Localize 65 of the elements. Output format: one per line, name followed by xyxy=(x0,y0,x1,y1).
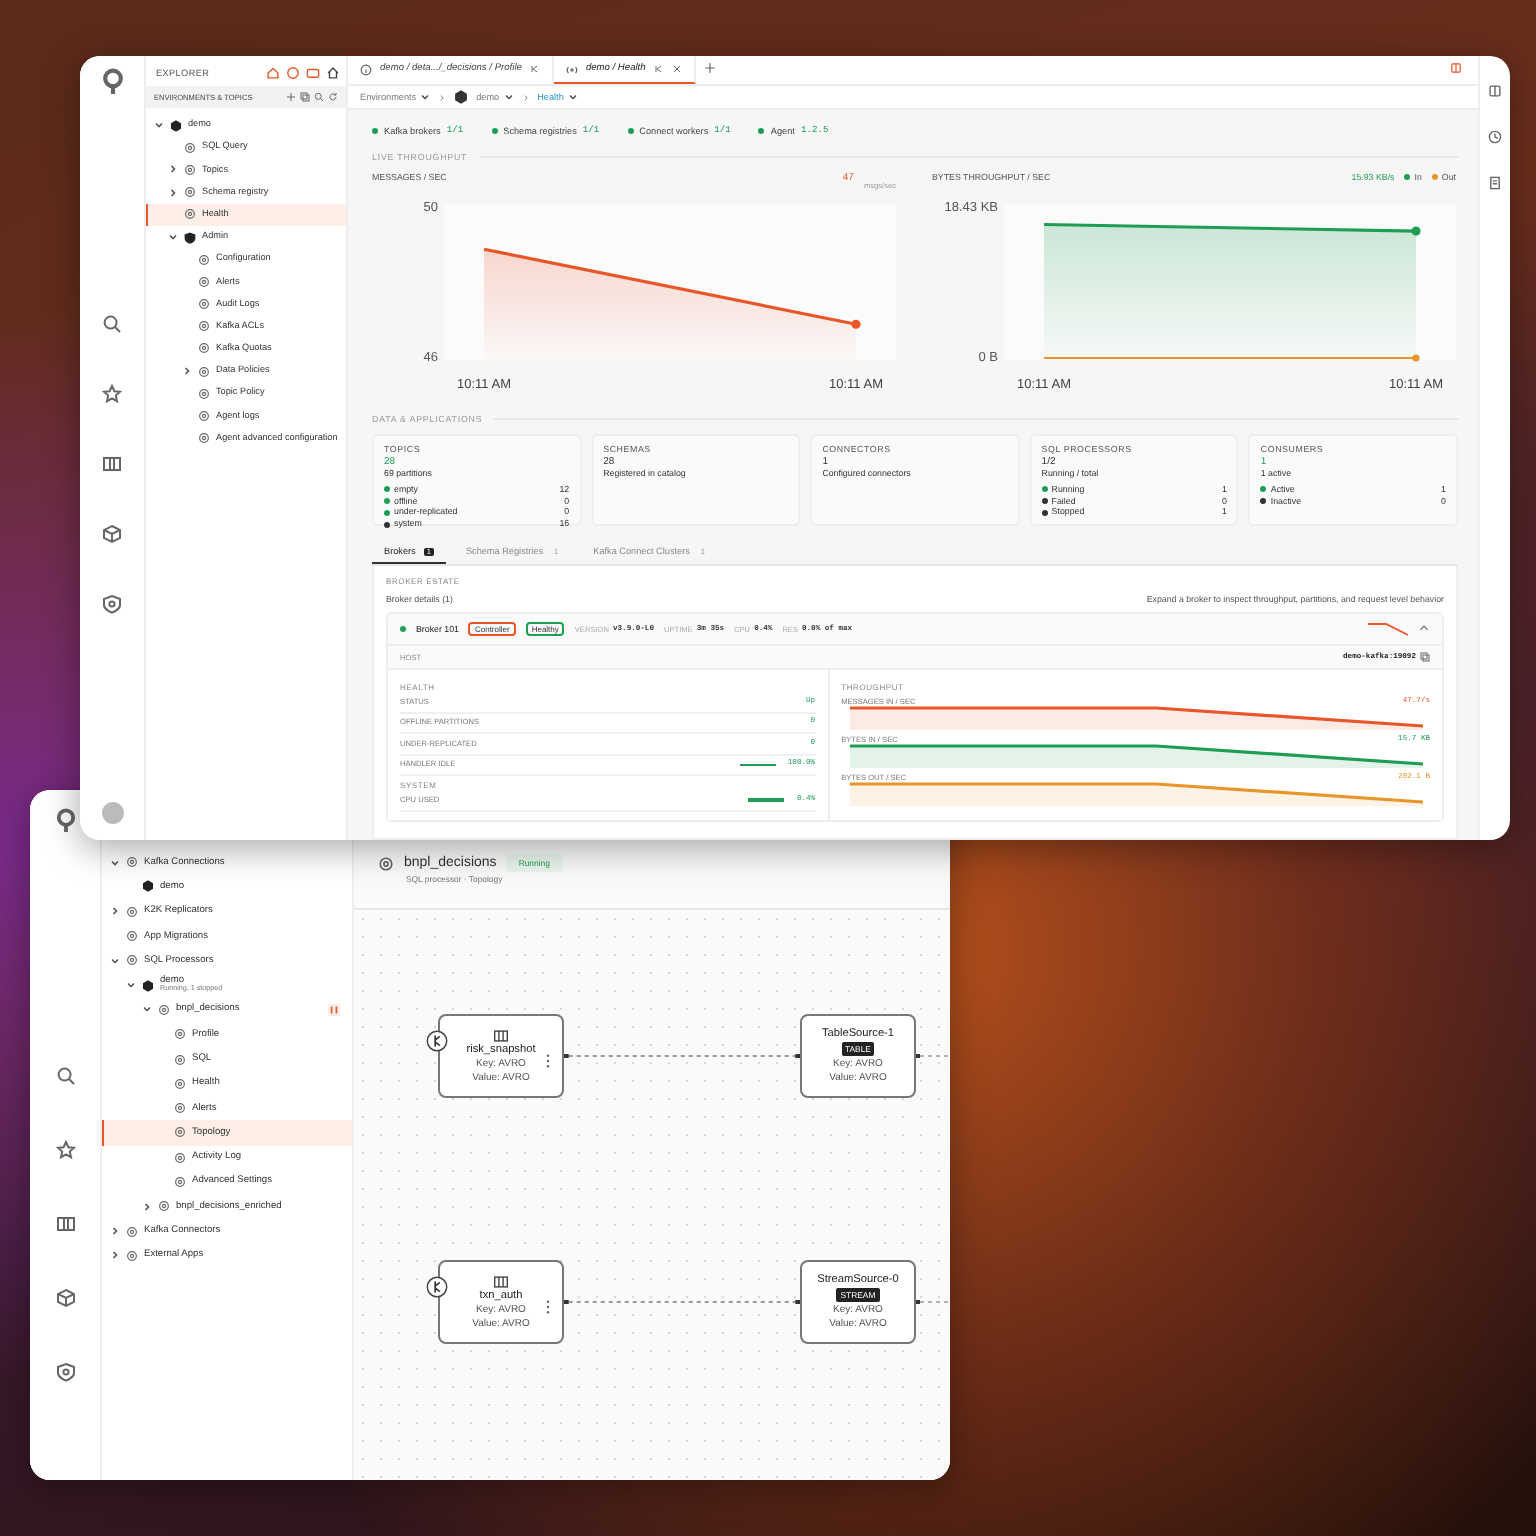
cube-icon[interactable] xyxy=(55,1288,75,1308)
chevron-down-icon[interactable] xyxy=(567,92,578,102)
chevron-right-icon[interactable] xyxy=(110,1250,120,1261)
house-icon[interactable] xyxy=(326,66,340,80)
status-dot xyxy=(400,626,406,632)
status-dot xyxy=(627,128,634,134)
shield-icon xyxy=(184,231,196,244)
shield-icon[interactable] xyxy=(55,1362,75,1382)
sparkline xyxy=(1368,622,1408,636)
chevron-right-icon[interactable] xyxy=(168,164,178,175)
home-icon[interactable] xyxy=(266,66,280,80)
data-point xyxy=(1412,354,1420,362)
connector-line xyxy=(916,1052,950,1060)
status-dot xyxy=(372,128,378,134)
hexagon-icon xyxy=(142,880,154,893)
status-dot xyxy=(491,128,498,134)
copy-icon[interactable] xyxy=(300,92,310,102)
chevron-right-icon[interactable] xyxy=(182,366,192,377)
connector-line xyxy=(916,1298,950,1306)
signal-icon xyxy=(565,63,578,75)
table-icon xyxy=(494,1275,508,1287)
chevron-down-icon[interactable] xyxy=(154,120,164,131)
star-icon[interactable] xyxy=(55,1140,75,1160)
info-icon xyxy=(360,63,372,75)
status-dot xyxy=(758,128,765,134)
search-icon[interactable] xyxy=(55,1066,75,1086)
chevron-down-icon[interactable] xyxy=(110,955,120,966)
chevron-right-icon[interactable] xyxy=(142,1201,152,1212)
chevron-down-icon[interactable] xyxy=(142,1004,152,1015)
chevron-right-icon[interactable] xyxy=(110,906,120,917)
refresh-icon[interactable] xyxy=(328,92,338,102)
hexagon-icon xyxy=(170,119,182,132)
book-icon[interactable] xyxy=(1488,84,1502,98)
circle-icon[interactable] xyxy=(286,66,300,80)
shield-icon[interactable] xyxy=(102,594,122,614)
columns-icon[interactable] xyxy=(102,454,122,474)
card-icon[interactable] xyxy=(306,66,320,80)
hexagon-icon xyxy=(454,90,469,104)
chevron-up-icon[interactable] xyxy=(1418,622,1430,634)
chevron-right-icon[interactable] xyxy=(110,1226,120,1237)
chevron-down-icon[interactable] xyxy=(126,980,136,991)
hexagon-icon xyxy=(142,979,154,992)
columns-icon[interactable] xyxy=(55,1214,75,1234)
book-icon[interactable] xyxy=(1450,62,1462,74)
data-point xyxy=(1411,226,1421,236)
search-icon[interactable] xyxy=(314,92,324,102)
chevron-right-icon[interactable] xyxy=(168,187,178,198)
chevron-down-icon[interactable] xyxy=(503,92,514,102)
pause-icon[interactable] xyxy=(328,1003,340,1016)
plus-icon[interactable] xyxy=(703,62,716,74)
logo-icon xyxy=(99,68,125,94)
chevron-down-icon[interactable] xyxy=(420,92,431,102)
table-icon xyxy=(494,1029,508,1041)
chevron-down-icon[interactable] xyxy=(168,232,178,243)
copy-icon[interactable] xyxy=(1420,652,1430,662)
clock-icon[interactable] xyxy=(1488,130,1502,144)
cube-icon[interactable] xyxy=(102,524,122,544)
logo-icon xyxy=(53,808,77,832)
plus-icon[interactable] xyxy=(286,92,296,102)
data-point xyxy=(851,319,861,329)
close-icon[interactable] xyxy=(671,64,682,74)
search-icon[interactable] xyxy=(102,314,122,334)
chevron-down-icon[interactable] xyxy=(110,857,120,868)
document-icon[interactable] xyxy=(1488,176,1502,190)
star-icon[interactable] xyxy=(102,384,122,404)
